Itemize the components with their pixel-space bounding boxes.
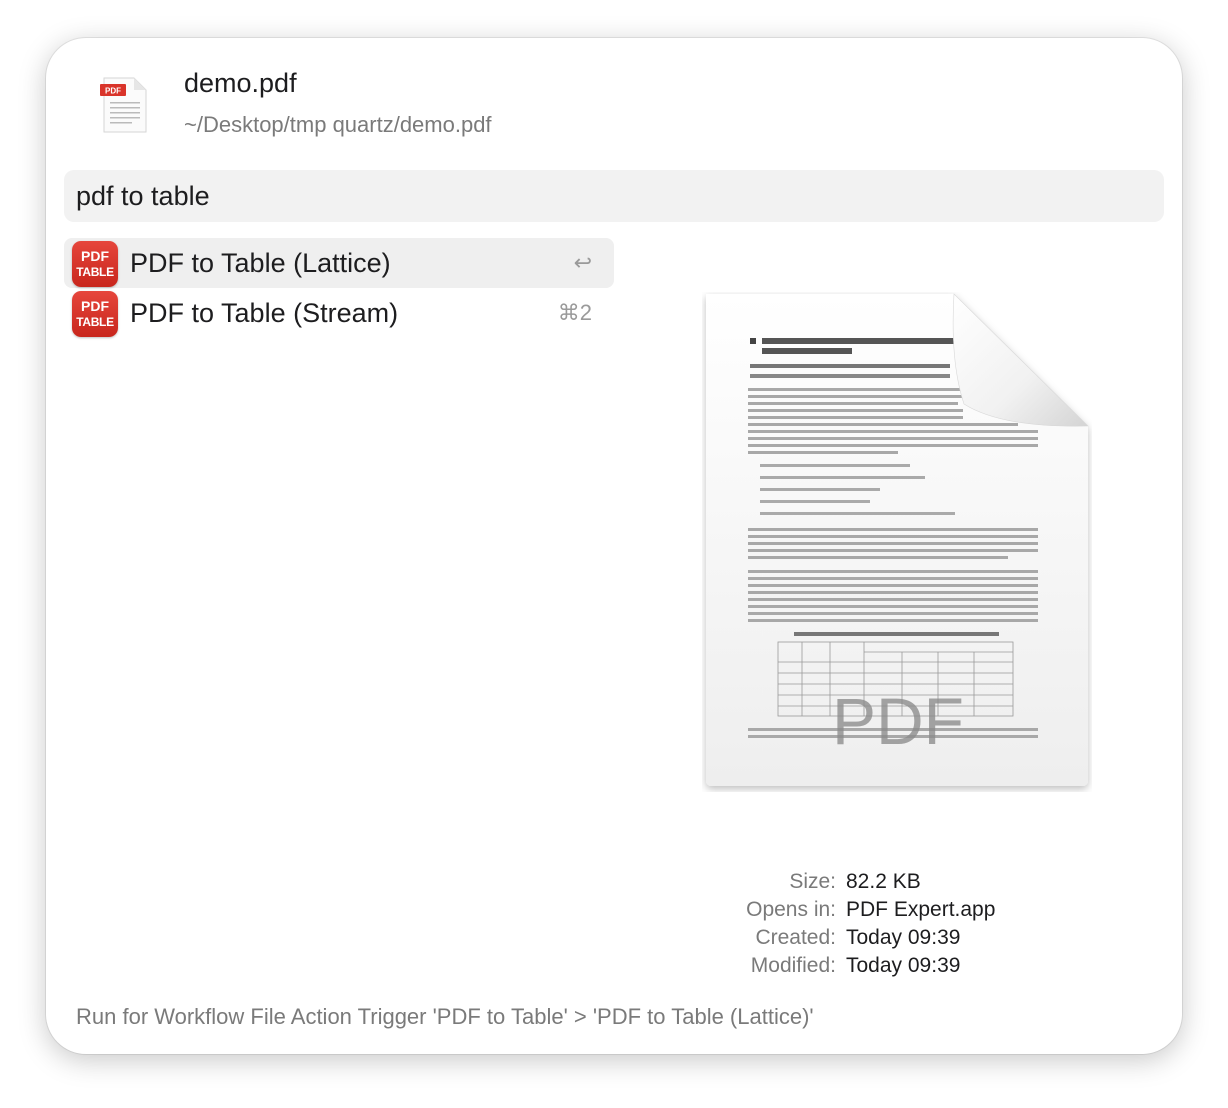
result-item-pdf-to-table-stream[interactable]: PDF TABLE PDF to Table (Stream) ⌘2: [64, 288, 614, 338]
pdf-table-app-icon: PDF TABLE: [72, 291, 118, 337]
action-hint: Run for Workflow File Action Trigger 'PD…: [76, 1004, 814, 1029]
info-value: Today 09:39: [846, 954, 961, 977]
file-name: demo.pdf: [184, 68, 297, 98]
info-key: Size:: [789, 870, 836, 893]
info-value: Today 09:39: [846, 926, 961, 949]
app-icon-line2: TABLE: [76, 315, 114, 329]
info-key: Created:: [755, 926, 836, 949]
pdf-document-preview: PDF: [706, 293, 1089, 786]
result-item-pdf-to-table-lattice[interactable]: PDF TABLE PDF to Table (Lattice) ↩: [64, 238, 614, 288]
info-row-opens-in: Opens in: PDF Expert.app: [646, 898, 1166, 926]
file-path: ~/Desktop/tmp quartz/demo.pdf: [184, 112, 492, 137]
pdf-file-icon: PDF: [100, 77, 147, 133]
result-label: PDF to Table (Stream): [130, 298, 399, 328]
result-shortcut: ⌘2: [557, 300, 592, 325]
info-row-created: Created: Today 09:39: [646, 926, 1166, 954]
info-value: PDF Expert.app: [846, 898, 996, 921]
info-row-modified: Modified: Today 09:39: [646, 954, 1166, 982]
search-input[interactable]: [76, 178, 976, 214]
file-info: Size: 82.2 KB Opens in: PDF Expert.app C…: [646, 870, 1166, 982]
search-bar[interactable]: [64, 170, 1164, 222]
result-label: PDF to Table (Lattice): [130, 248, 391, 278]
pdf-badge-text: PDF: [105, 87, 121, 96]
app-icon-line2: TABLE: [76, 265, 114, 279]
app-icon-line1: PDF: [81, 298, 109, 314]
return-key-icon: ↩: [573, 250, 592, 275]
pdf-watermark: PDF: [832, 684, 964, 758]
info-value: 82.2 KB: [846, 870, 921, 893]
pdf-table-app-icon: PDF TABLE: [72, 241, 118, 287]
alfred-window: PDF demo.pdf ~/Desktop/tmp quartz/demo.p…: [46, 38, 1182, 1054]
info-key: Opens in:: [746, 898, 836, 921]
info-key: Modified:: [750, 954, 836, 977]
app-icon-line1: PDF: [81, 248, 109, 264]
info-row-size: Size: 82.2 KB: [646, 870, 1166, 898]
